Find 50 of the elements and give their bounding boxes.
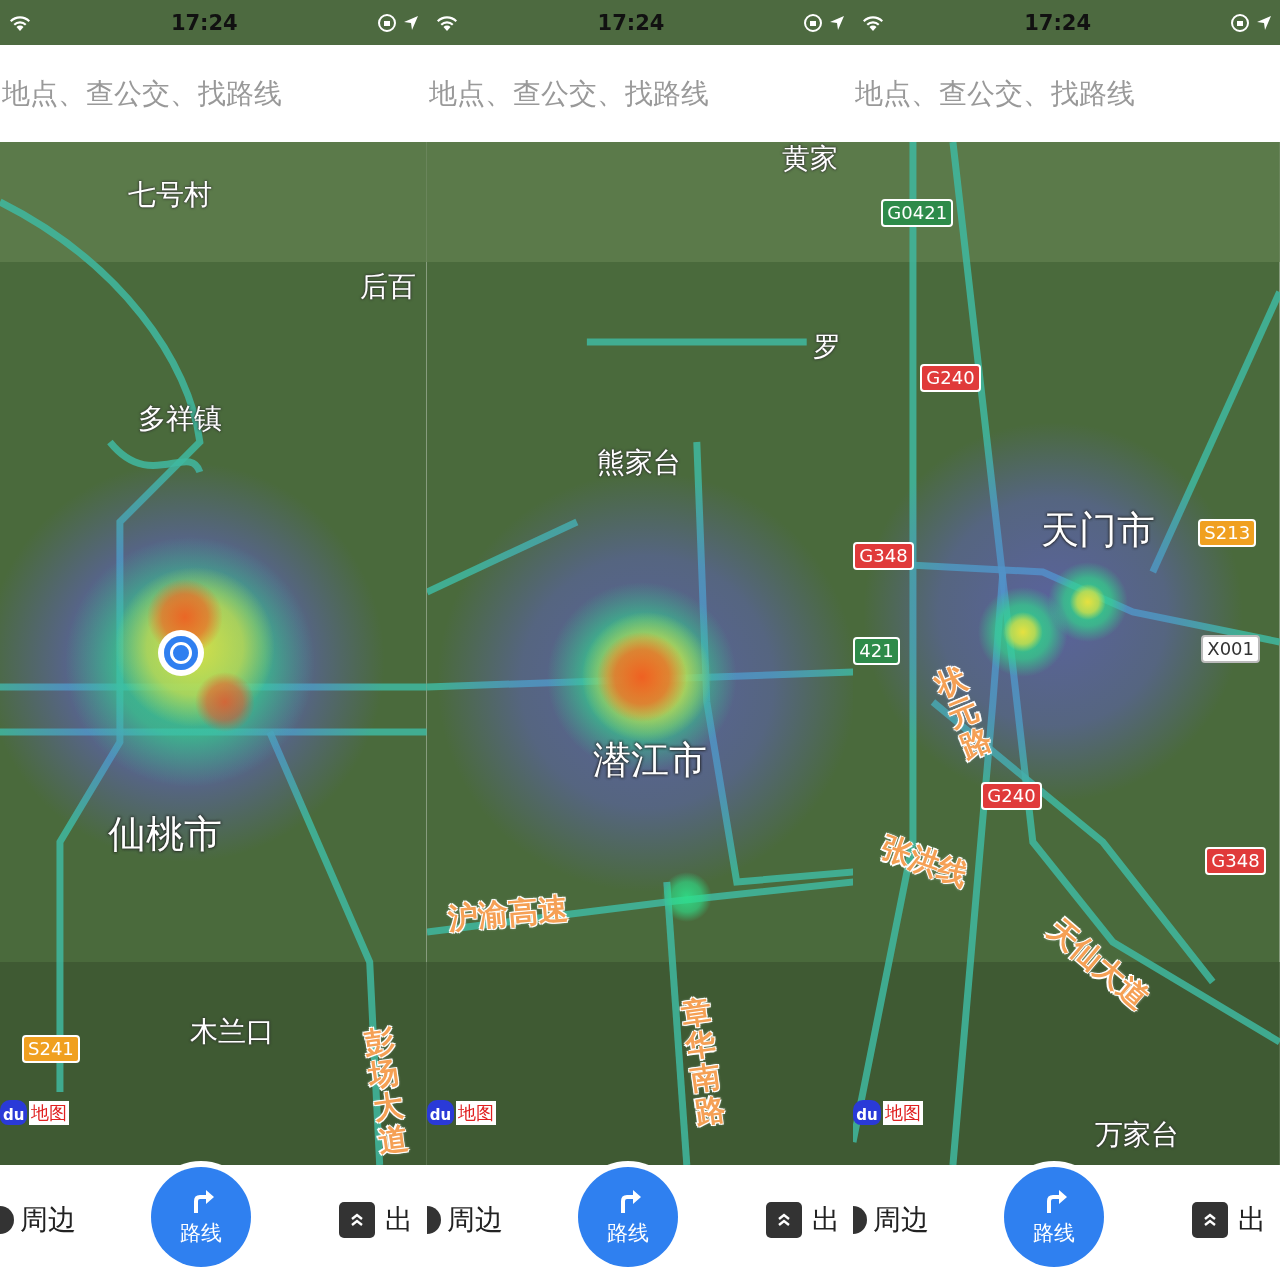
- status-time: 17:24: [170, 10, 238, 35]
- road-label: 天仙大道: [1042, 912, 1156, 1015]
- road-shield: G348: [1205, 847, 1266, 875]
- wifi-icon: [861, 13, 886, 32]
- road-label: 彭场大道: [362, 1022, 411, 1158]
- rotation-lock-icon: [1229, 12, 1250, 33]
- paw-logo-icon: du: [853, 1100, 881, 1125]
- wifi-icon: [434, 13, 459, 32]
- chevrons-up-icon: [765, 1202, 802, 1238]
- road-label: 章华南路: [678, 993, 727, 1129]
- nearby-tab[interactable]: 周边: [20, 1201, 76, 1239]
- location-arrow-icon: [402, 14, 419, 31]
- place-label: 熊家台: [596, 448, 681, 479]
- road-shield: G240: [920, 364, 981, 392]
- chevrons-up-icon: [339, 1202, 375, 1238]
- road-shield: S213: [1198, 519, 1257, 547]
- place-label: 多祥镇: [138, 404, 222, 435]
- place-label: 万家台: [1095, 1120, 1180, 1151]
- go-tab[interactable]: 出: [1238, 1201, 1267, 1239]
- nearby-tab[interactable]: 周边: [446, 1201, 503, 1239]
- location-arrow-icon: [1255, 14, 1272, 31]
- road-shield: 421: [853, 637, 900, 665]
- nearby-tab[interactable]: 周边: [873, 1201, 930, 1239]
- map-logo-text: 地图: [29, 1100, 70, 1125]
- place-label: 后百: [360, 272, 416, 303]
- road-label: 沪渝高速: [446, 891, 570, 935]
- road-label: 状元路: [931, 660, 997, 764]
- status-time: 17:24: [1024, 10, 1092, 35]
- go-tab[interactable]: 出: [811, 1201, 840, 1239]
- place-label: 天门市: [1041, 510, 1156, 552]
- road-label: 张洪线: [877, 830, 973, 892]
- go-tab[interactable]: 出: [385, 1201, 413, 1239]
- place-label: 罗: [812, 332, 841, 363]
- wifi-icon: [8, 13, 32, 32]
- road-shield: G0421: [881, 199, 954, 227]
- place-label: 七号村: [128, 180, 212, 211]
- status-time: 17:24: [597, 10, 665, 35]
- chevrons-up-icon: [1192, 1202, 1229, 1238]
- road-shield: S241: [22, 1035, 80, 1063]
- place-label: 黄家: [781, 144, 838, 175]
- rotation-lock-icon: [376, 12, 397, 33]
- place-label: 木兰口: [190, 1017, 274, 1048]
- road-shield: X001: [1201, 635, 1260, 663]
- road-shield: G348: [853, 542, 914, 570]
- rotation-lock-icon: [803, 12, 824, 33]
- map-logo-text: 地图: [456, 1100, 497, 1125]
- place-label: 潜江市: [592, 740, 707, 782]
- place-label: 仙桃市: [108, 814, 222, 856]
- location-arrow-icon: [829, 14, 846, 31]
- road-shield: G240: [981, 782, 1042, 810]
